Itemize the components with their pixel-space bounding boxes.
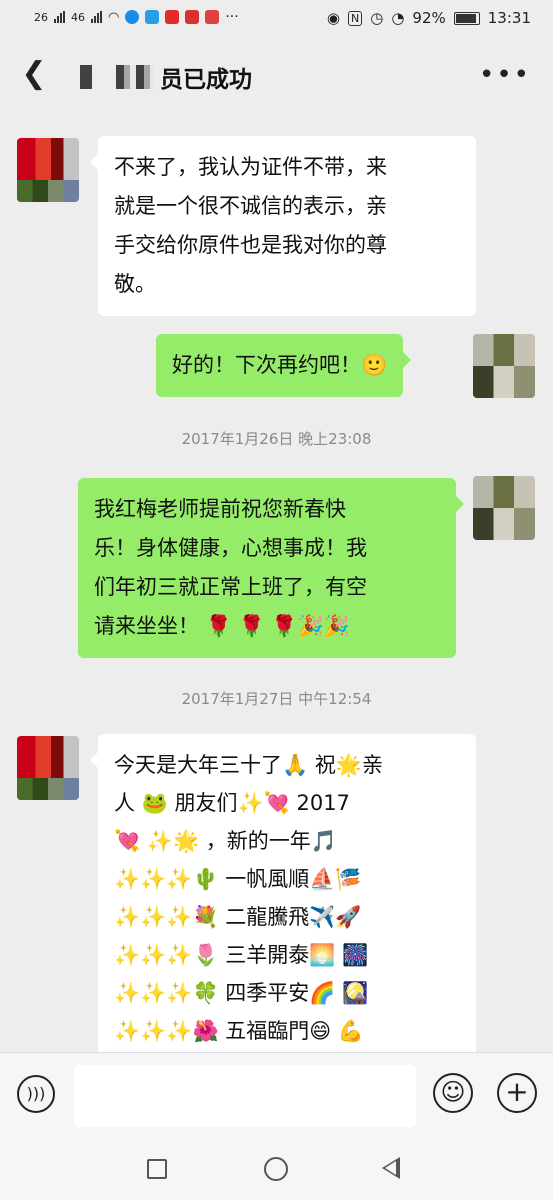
message-timestamp: 2017年1月27日 中午12:54 bbox=[181, 690, 372, 708]
message-incoming[interactable]: 不来了，我认为证件不带，来 就是一个很不诚信的表示，亲 手交给你原件也是我对你的… bbox=[90, 136, 476, 316]
signal-icon bbox=[54, 11, 65, 23]
more-dots-icon: ••• bbox=[478, 60, 531, 90]
message-line: 敬。 bbox=[114, 272, 156, 296]
alarm-icon: ◷ bbox=[370, 9, 384, 27]
message-line: 就是一个很不诚信的表示，亲 bbox=[114, 194, 387, 218]
message-line: ✨✨✨🌷 三羊開泰🌅 🎆 bbox=[114, 943, 369, 967]
status-left: 26 46 ◠ ··· bbox=[34, 9, 239, 25]
message-line: 们年初三就正常上班了，有空 bbox=[94, 575, 367, 599]
message-line: 请来坐坐！ 🌹 🌹 🌹🎉🎉 bbox=[94, 614, 350, 638]
message-line: ✨✨✨🌺 五福臨門😄 💪 bbox=[114, 1019, 364, 1043]
app-icon-red bbox=[165, 10, 180, 24]
message-input[interactable] bbox=[74, 1065, 416, 1127]
message-line: 乐！身体健康，心想事成！我 bbox=[94, 536, 367, 560]
chevron-left-icon: ❮ bbox=[21, 56, 47, 91]
redacted-name bbox=[80, 65, 92, 89]
message-line: 人 🐸 朋友们✨💘 2017 bbox=[114, 791, 350, 815]
voice-icon: ))) bbox=[26, 1084, 46, 1103]
message-line: 今天是大年三十了🙏 祝🌟亲 bbox=[114, 753, 383, 777]
message-line: ✨✨✨🌵 一帆風順⛵🎏 bbox=[114, 867, 362, 891]
battery-percent: 92% bbox=[412, 9, 446, 27]
input-bar: ))) ☺ + bbox=[0, 1052, 553, 1139]
battery-saver-icon: ◔ bbox=[391, 9, 405, 27]
app-icon-blue bbox=[125, 10, 140, 24]
clock: 13:31 bbox=[487, 9, 531, 27]
home-button[interactable] bbox=[264, 1157, 288, 1181]
app-icon-send bbox=[145, 10, 160, 24]
avatar[interactable] bbox=[17, 736, 79, 800]
message-line: 好的！下次再约吧！🙂 bbox=[172, 353, 388, 377]
more-button[interactable]: ••• bbox=[479, 60, 531, 90]
app-icon-red-3 bbox=[205, 10, 220, 24]
more-notifications-icon: ··· bbox=[225, 9, 239, 25]
message-line: 手交给你原件也是我对你的尊 bbox=[114, 233, 387, 257]
emoji-button[interactable]: ☺ bbox=[433, 1073, 473, 1113]
signal-icon-2 bbox=[91, 11, 102, 23]
back-nav-button[interactable] bbox=[382, 1157, 400, 1179]
app-icon-red-2 bbox=[185, 10, 200, 24]
eye-icon: ◉ bbox=[326, 9, 340, 27]
signal-2-label: 46 bbox=[71, 10, 85, 24]
redacted-name-2 bbox=[116, 65, 154, 89]
wifi-icon: ◠ bbox=[108, 9, 120, 25]
avatar[interactable] bbox=[473, 334, 535, 398]
emoji-icon: ☺ bbox=[440, 1078, 466, 1106]
message-line: ✨✨✨💐 二龍騰飛✈️🚀 bbox=[114, 905, 362, 929]
chat-header: ❮ 员已成功 ••• bbox=[0, 38, 553, 114]
voice-button[interactable]: ))) bbox=[17, 1075, 55, 1113]
chat-title-text: 员已成功 bbox=[160, 67, 252, 93]
battery-icon bbox=[453, 11, 480, 25]
system-nav-bar bbox=[0, 1138, 553, 1200]
message-outgoing[interactable]: 我红梅老师提前祝您新春快 乐！身体健康，心想事成！我 们年初三就正常上班了，有空… bbox=[78, 478, 464, 658]
avatar[interactable] bbox=[473, 476, 535, 540]
status-right: ◉ N ◷ ◔ 92% 13:31 bbox=[327, 9, 531, 27]
message-line: 不来了，我认为证件不带，来 bbox=[114, 155, 387, 179]
message-line: 我红梅老师提前祝您新春快 bbox=[94, 497, 346, 521]
avatar[interactable] bbox=[17, 138, 79, 202]
message-timestamp: 2017年1月26日 晚上23:08 bbox=[181, 430, 372, 448]
message-line: ✨✨✨🍀 四季平安🌈 🎑 bbox=[114, 981, 369, 1005]
plus-button[interactable]: + bbox=[497, 1073, 537, 1113]
back-button[interactable]: ❮ bbox=[16, 56, 52, 92]
message-line: 💘 ✨🌟 ，新的一年🎵 bbox=[114, 829, 337, 853]
chat-title: 员已成功 bbox=[80, 60, 252, 94]
recents-button[interactable] bbox=[147, 1159, 167, 1179]
signal-1-label: 26 bbox=[34, 10, 48, 24]
plus-icon: + bbox=[505, 1075, 529, 1108]
status-bar: 26 46 ◠ ··· ◉ N ◷ ◔ 92% 13:31 bbox=[0, 0, 553, 38]
chat-messages[interactable]: 不来了，我认为证件不带，来 就是一个很不诚信的表示，亲 手交给你原件也是我对你的… bbox=[0, 114, 553, 1052]
message-incoming[interactable]: 今天是大年三十了🙏 祝🌟亲 人 🐸 朋友们✨💘 2017 💘 ✨🌟 ，新的一年🎵… bbox=[90, 734, 476, 1052]
message-outgoing[interactable]: 好的！下次再约吧！🙂 bbox=[156, 334, 412, 397]
nfc-icon: N bbox=[348, 10, 363, 26]
